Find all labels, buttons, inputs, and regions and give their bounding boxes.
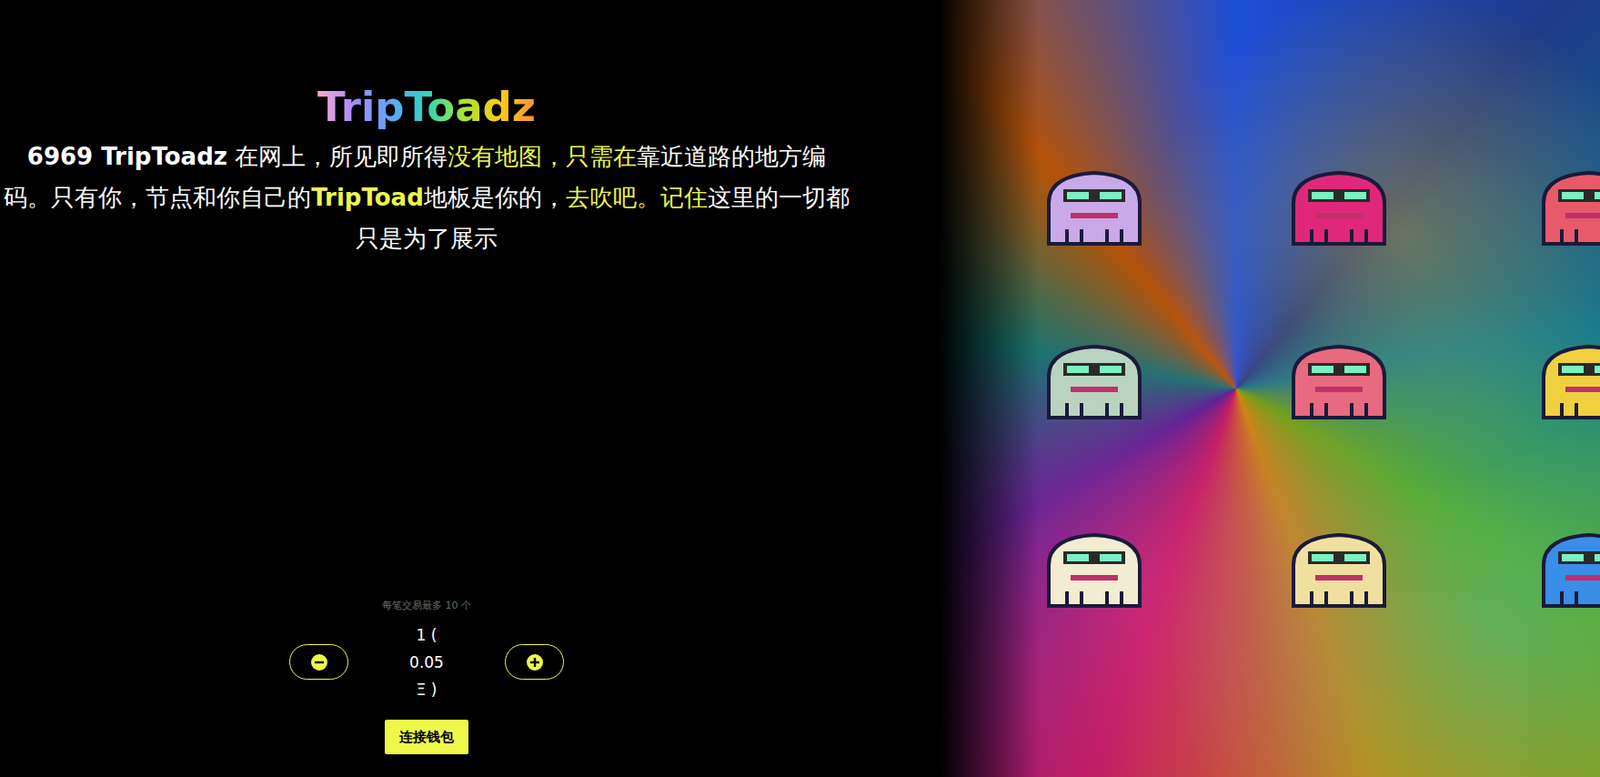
- toad-icon: [1525, 326, 1600, 427]
- toad-figure: [1525, 152, 1600, 253]
- toad-icon: [1030, 514, 1158, 615]
- description: 6969 TripToadz 在网上，所见即所得没有地图，只需在靠近道路的地方编…: [0, 136, 854, 260]
- title: TripToadz: [317, 83, 536, 131]
- toad-layer: [938, 0, 1600, 777]
- mint-controls: 每笔交易最多 10 个 1 (0.05Ξ ) 连接钱包: [289, 598, 564, 755]
- toad-artwork: [938, 0, 1600, 777]
- price-line: Ξ ): [416, 675, 438, 704]
- description-segment: TripToad: [311, 183, 424, 212]
- price-display: 1 (0.05Ξ ): [348, 621, 505, 704]
- mint-panel: TripToadz 6969 TripToadz 在网上，所见即所得没有地图，只需…: [0, 0, 939, 777]
- decrease-button[interactable]: [289, 644, 349, 680]
- limit-note: 每笔交易最多 10 个: [382, 598, 472, 614]
- quantity-row: 1 (0.05Ξ ): [289, 621, 564, 704]
- toad-icon: [1275, 152, 1403, 253]
- toad-figure: [1275, 152, 1403, 253]
- toad-icon: [1030, 326, 1158, 427]
- description-segment: 6969 TripToadz: [27, 142, 228, 171]
- plus-icon: [525, 653, 544, 672]
- toad-icon: [1525, 514, 1600, 615]
- price-line: 1 (: [416, 621, 438, 649]
- toad-figure: [1030, 326, 1158, 427]
- description-segment: 地板是你的，: [423, 183, 566, 212]
- toad-figure: [1275, 514, 1403, 615]
- toad-icon: [1525, 152, 1600, 253]
- toad-figure: [1030, 514, 1158, 615]
- description-segment: 在网上，所见即所得: [227, 142, 448, 171]
- description-segment: 没有地图，只需在: [447, 142, 637, 171]
- description-segment: 去吹吧。记住: [565, 183, 708, 212]
- price-line: 0.05: [409, 648, 444, 676]
- toad-icon: [1275, 514, 1403, 615]
- toad-figure: [1525, 514, 1600, 615]
- toad-figure: [1275, 326, 1403, 427]
- toad-figure: [1525, 326, 1600, 427]
- page: TripToadz 6969 TripToadz 在网上，所见即所得没有地图，只需…: [0, 0, 1600, 777]
- mint-column: TripToadz 6969 TripToadz 在网上，所见即所得没有地图，只需…: [0, 0, 854, 777]
- minus-icon: [310, 653, 329, 672]
- toad-figure: [1030, 152, 1158, 253]
- connect-wallet-button[interactable]: 连接钱包: [384, 719, 469, 755]
- toad-icon: [1275, 326, 1403, 427]
- increase-button[interactable]: [504, 644, 564, 680]
- fade-edge: [938, 0, 1039, 777]
- toad-icon: [1030, 152, 1158, 253]
